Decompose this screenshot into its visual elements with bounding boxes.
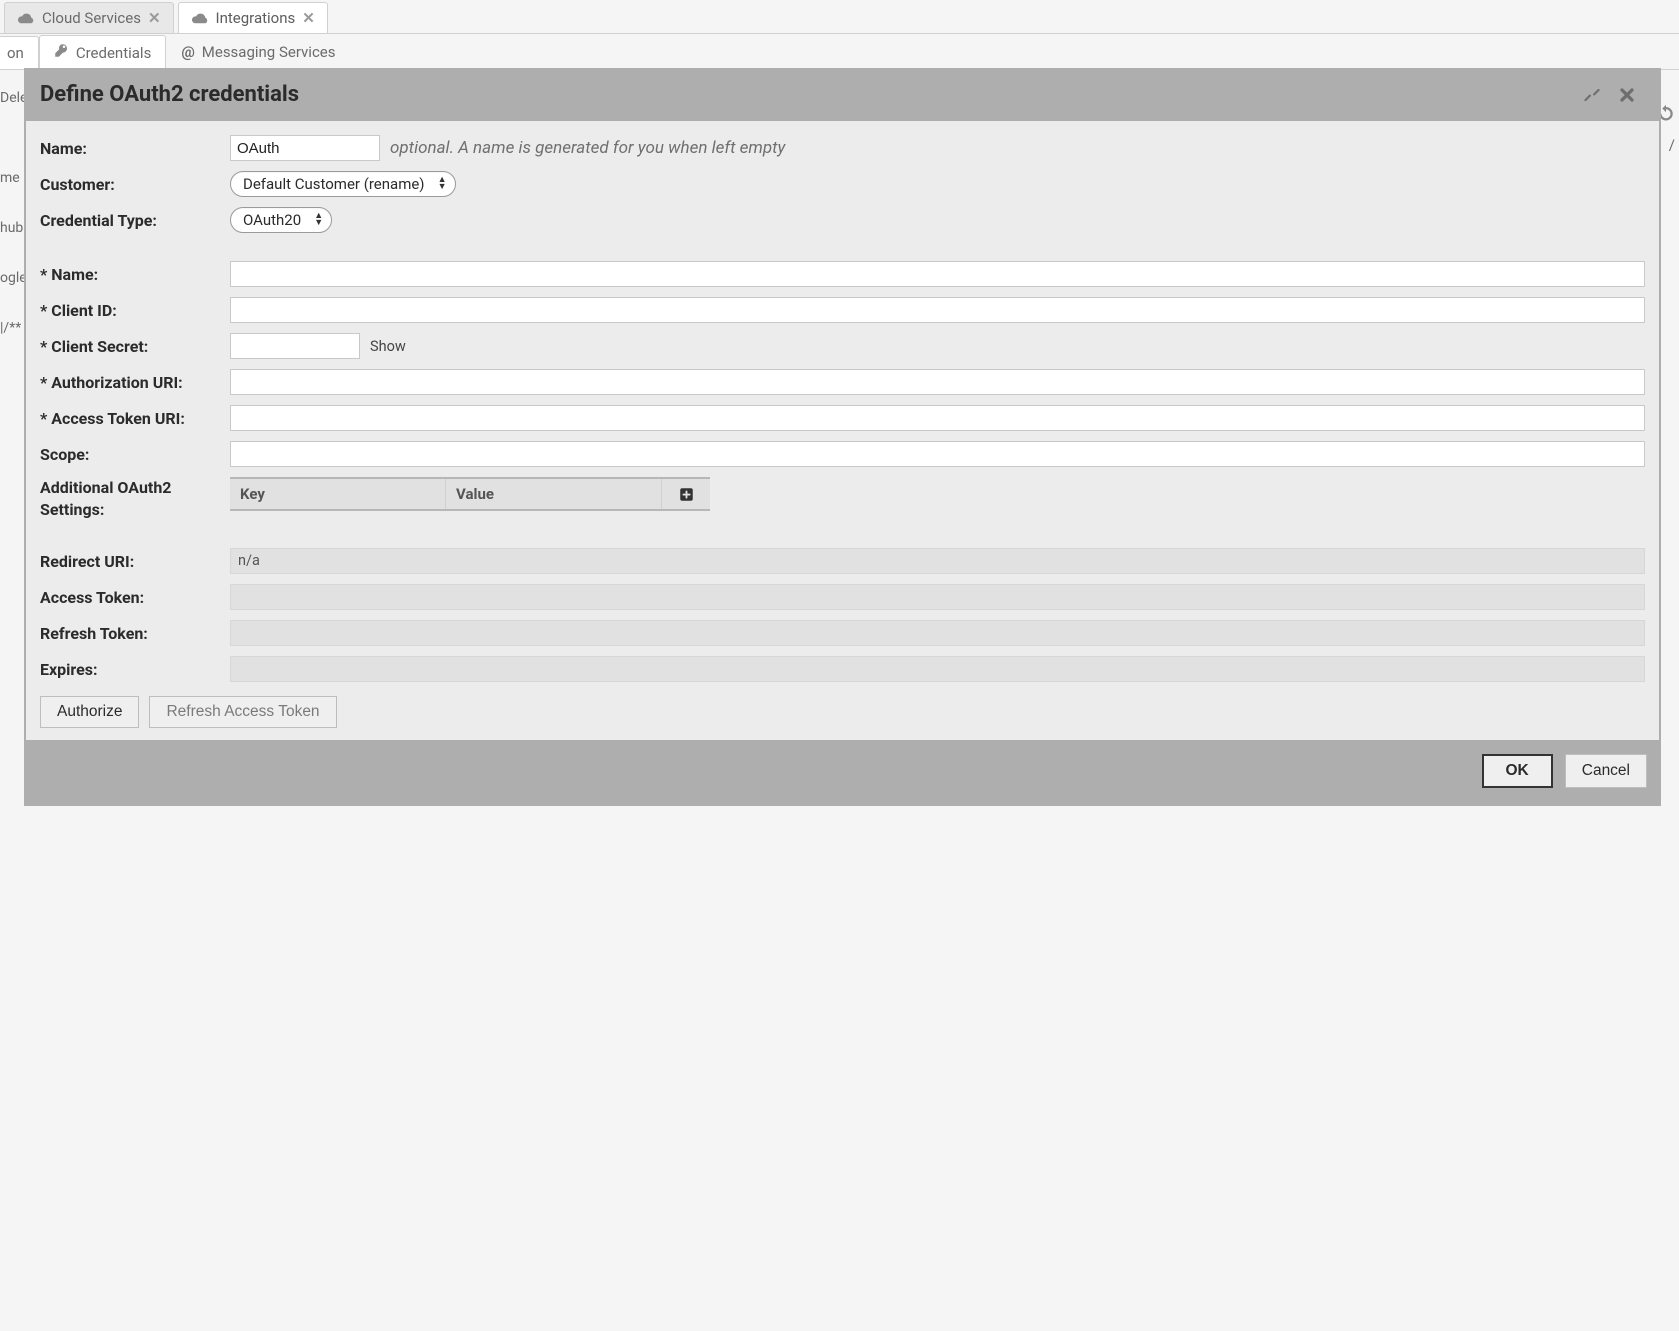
label-additional: Additional OAuth2 Settings: bbox=[40, 477, 230, 520]
additional-col-value: Value bbox=[446, 479, 662, 509]
key-icon bbox=[54, 43, 69, 62]
spinner-icon: ▲▼ bbox=[438, 177, 447, 191]
tab-integrations[interactable]: Integrations ✕ bbox=[178, 2, 328, 33]
inner-tab-credentials[interactable]: Credentials bbox=[39, 35, 166, 69]
refresh-token-value bbox=[230, 620, 1645, 646]
expires-value bbox=[230, 656, 1645, 682]
name-hint: optional. A name is generated for you wh… bbox=[390, 138, 785, 158]
client-secret-input[interactable] bbox=[230, 333, 360, 359]
label-accesstoken: Access Token: bbox=[40, 588, 230, 607]
bg-fragment: Dele bbox=[0, 90, 26, 106]
label-credtype: Credential Type: bbox=[40, 211, 230, 230]
cloud-icon bbox=[191, 12, 209, 24]
bg-fragment: |/** bbox=[0, 320, 26, 336]
bg-fragment: me bbox=[0, 170, 26, 186]
label-authuri: * Authorization URI: bbox=[40, 373, 230, 392]
inner-tab-credentials-label: Credentials bbox=[76, 44, 151, 62]
bg-fragment: ogle bbox=[0, 270, 26, 286]
inner-tab-fragment[interactable]: on bbox=[0, 36, 39, 69]
credtype-select[interactable]: OAuth20 ▲▼ bbox=[230, 207, 332, 233]
customer-select[interactable]: Default Customer (rename) ▲▼ bbox=[230, 171, 456, 197]
spinner-icon: ▲▼ bbox=[314, 213, 323, 227]
inner-tab-messaging[interactable]: @ Messaging Services bbox=[166, 35, 350, 69]
expand-icon[interactable] bbox=[1575, 86, 1609, 104]
auth-uri-input[interactable] bbox=[230, 369, 1645, 395]
label-tokenuri: * Access Token URI: bbox=[40, 409, 230, 428]
label-redirect: Redirect URI: bbox=[40, 552, 230, 571]
app-top-tabs: Cloud Services ✕ Integrations ✕ bbox=[0, 0, 1679, 34]
tab-integrations-label: Integrations bbox=[216, 9, 296, 27]
label-expires: Expires: bbox=[40, 660, 230, 679]
plus-square-icon bbox=[679, 487, 694, 502]
at-icon: @ bbox=[181, 43, 194, 61]
label-clientsecret: * Client Secret: bbox=[40, 337, 230, 356]
ok-button[interactable]: OK bbox=[1482, 754, 1553, 788]
bg-fragment: hub bbox=[0, 220, 26, 236]
close-icon[interactable] bbox=[1609, 85, 1645, 105]
additional-col-key: Key bbox=[230, 479, 446, 509]
customer-select-value: Default Customer (rename) bbox=[243, 175, 425, 193]
label-refreshtoken: Refresh Token: bbox=[40, 624, 230, 643]
cloud-icon bbox=[17, 12, 35, 24]
label-scope: Scope: bbox=[40, 445, 230, 464]
token-uri-input[interactable] bbox=[230, 405, 1645, 431]
close-icon[interactable]: ✕ bbox=[148, 9, 161, 27]
tab-cloud-services-label: Cloud Services bbox=[42, 9, 141, 27]
scope-input[interactable] bbox=[230, 441, 1645, 467]
tab-cloud-services[interactable]: Cloud Services ✕ bbox=[4, 2, 174, 33]
cancel-button[interactable]: Cancel bbox=[1565, 754, 1647, 788]
name-input[interactable] bbox=[230, 135, 380, 161]
label-name: Name: bbox=[40, 139, 230, 158]
access-token-value bbox=[230, 584, 1645, 610]
bg-fragment: / bbox=[1669, 136, 1675, 154]
show-secret-button[interactable]: Show bbox=[370, 338, 406, 355]
label-req-name: * Name: bbox=[40, 265, 230, 284]
refresh-token-button[interactable]: Refresh Access Token bbox=[149, 696, 336, 728]
inner-tab-messaging-label: Messaging Services bbox=[202, 43, 336, 61]
additional-settings-table: Key Value bbox=[230, 477, 710, 511]
dialog-oauth2-credentials: Define OAuth2 credentials Name: optional… bbox=[24, 68, 1661, 806]
credtype-select-value: OAuth20 bbox=[243, 211, 301, 229]
client-id-input[interactable] bbox=[230, 297, 1645, 323]
req-name-input[interactable] bbox=[230, 261, 1645, 287]
label-clientid: * Client ID: bbox=[40, 301, 230, 320]
additional-add-button[interactable] bbox=[662, 479, 710, 509]
redirect-uri-value: n/a bbox=[230, 548, 1645, 574]
inner-tabs: on Credentials @ Messaging Services bbox=[0, 34, 1679, 70]
close-icon[interactable]: ✕ bbox=[302, 9, 315, 27]
label-customer: Customer: bbox=[40, 175, 230, 194]
authorize-button[interactable]: Authorize bbox=[40, 696, 139, 728]
dialog-title: Define OAuth2 credentials bbox=[40, 82, 1575, 107]
